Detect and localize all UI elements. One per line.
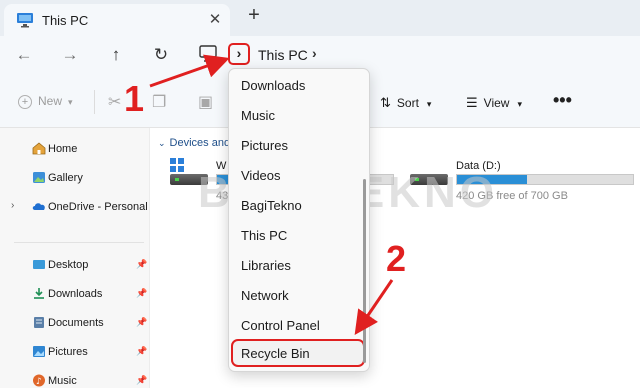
computer-icon[interactable] bbox=[198, 45, 218, 63]
sidebar-item-label: Pictures bbox=[48, 346, 88, 358]
menu-item-label: This PC bbox=[241, 228, 288, 243]
menu-item-music[interactable]: Music bbox=[229, 101, 369, 129]
menu-item-label: Downloads bbox=[241, 78, 306, 93]
sidebar-item-downloads[interactable]: Downloads 📌 bbox=[0, 283, 150, 307]
navigation-pane: Home Gallery › OneDrive - Personal Deskt… bbox=[0, 128, 150, 388]
sidebar-item-label: Desktop bbox=[48, 259, 89, 271]
menu-item-label: Videos bbox=[241, 168, 281, 183]
monitor-icon bbox=[17, 13, 33, 28]
menu-item-label: BagiTekno bbox=[241, 198, 302, 213]
plus-icon: + bbox=[18, 95, 32, 109]
tab-this-pc[interactable]: This PC ✕ bbox=[4, 4, 230, 36]
sidebar-item-label: Music bbox=[48, 375, 77, 387]
gallery-icon bbox=[33, 172, 45, 183]
chevron-down-icon: ▾ bbox=[426, 99, 432, 109]
new-label: New bbox=[38, 94, 63, 108]
more-options-icon[interactable]: ••• bbox=[553, 90, 572, 111]
sidebar-item-label: OneDrive - Personal bbox=[48, 201, 148, 213]
pin-icon[interactable]: 📌 bbox=[136, 346, 147, 357]
forward-button[interactable]: → bbox=[58, 44, 82, 66]
up-button[interactable]: ↑ bbox=[104, 44, 128, 66]
view-button[interactable]: ☰ View ▾ bbox=[466, 95, 522, 111]
breadcrumb-chevron-icon[interactable]: › bbox=[312, 45, 317, 61]
menu-item-pictures[interactable]: Pictures bbox=[229, 131, 369, 159]
step-2-label: 2 bbox=[386, 238, 407, 279]
close-tab-icon[interactable]: ✕ bbox=[206, 10, 224, 28]
cloud-icon bbox=[32, 203, 45, 210]
toolbar-divider bbox=[94, 90, 95, 114]
back-button[interactable]: ← bbox=[12, 44, 36, 66]
step-1-label: 1 bbox=[124, 78, 145, 119]
sidebar-item-label: Gallery bbox=[48, 172, 83, 184]
menu-item-label: Music bbox=[241, 108, 275, 123]
breadcrumb-this-pc[interactable]: This PC bbox=[258, 47, 308, 63]
sidebar-item-label: Downloads bbox=[48, 288, 103, 300]
music-icon: ♪ bbox=[33, 374, 45, 387]
chevron-right-icon[interactable]: › bbox=[11, 200, 14, 211]
tab-title: This PC bbox=[42, 13, 89, 28]
new-button[interactable]: + New ▾ bbox=[18, 94, 73, 109]
pin-icon[interactable]: 📌 bbox=[136, 259, 147, 270]
sidebar-item-label: Home bbox=[48, 143, 78, 155]
sort-label: Sort bbox=[396, 96, 419, 110]
pictures-icon bbox=[33, 346, 45, 357]
sort-icon: ⇅ bbox=[380, 95, 391, 110]
menu-item-downloads[interactable]: Downloads bbox=[229, 71, 369, 99]
menu-item-this-pc[interactable]: This PC bbox=[229, 221, 369, 249]
menu-item-bagitekno[interactable]: BagiTekno bbox=[229, 191, 369, 219]
sidebar-item-label: Documents bbox=[48, 317, 104, 329]
menu-item-control-panel[interactable]: Control Panel bbox=[229, 311, 369, 339]
pin-icon[interactable]: 📌 bbox=[136, 375, 147, 386]
view-icon: ☰ bbox=[466, 95, 478, 110]
desktop-icon bbox=[33, 260, 45, 269]
sidebar-item-music[interactable]: ♪ Music 📌 bbox=[0, 370, 150, 388]
documents-icon bbox=[34, 317, 44, 328]
chevron-down-icon: ▾ bbox=[517, 99, 522, 109]
new-tab-button[interactable]: + bbox=[244, 4, 264, 27]
sidebar-item-gallery[interactable]: Gallery bbox=[0, 167, 150, 191]
menu-item-network[interactable]: Network bbox=[229, 281, 369, 309]
chevron-down-icon: ⌄ bbox=[158, 138, 166, 148]
sidebar-item-desktop[interactable]: Desktop 📌 bbox=[0, 254, 150, 278]
menu-item-label: Libraries bbox=[241, 258, 291, 273]
refresh-button[interactable]: ↻ bbox=[149, 44, 173, 66]
menu-scrollbar[interactable] bbox=[363, 179, 366, 363]
sidebar-item-documents[interactable]: Documents 📌 bbox=[0, 312, 150, 336]
chevron-down-icon: ▾ bbox=[68, 97, 73, 107]
sidebar-divider bbox=[14, 242, 144, 243]
menu-item-label: Pictures bbox=[241, 138, 288, 153]
sidebar-item-home[interactable]: Home bbox=[0, 138, 150, 162]
sidebar-item-pictures[interactable]: Pictures 📌 bbox=[0, 341, 150, 365]
pin-icon[interactable]: 📌 bbox=[136, 288, 147, 299]
pin-icon[interactable]: 📌 bbox=[136, 317, 147, 328]
menu-item-label: Control Panel bbox=[241, 318, 320, 333]
menu-item-recycle-bin[interactable]: Recycle Bin bbox=[231, 339, 365, 367]
tab-strip: This PC ✕ + bbox=[0, 0, 640, 36]
home-icon bbox=[32, 142, 46, 155]
sort-button[interactable]: ⇅ Sort ▾ bbox=[380, 95, 431, 111]
svg-text:♪: ♪ bbox=[36, 377, 42, 387]
paste-icon[interactable]: ▣ bbox=[198, 92, 213, 112]
view-label: View bbox=[483, 96, 510, 110]
menu-item-videos[interactable]: Videos bbox=[229, 161, 369, 189]
copy-icon[interactable]: ❐ bbox=[152, 92, 166, 112]
cut-icon[interactable]: ✂ bbox=[108, 92, 121, 112]
breadcrumb-chevron-button[interactable]: › bbox=[228, 43, 250, 65]
sidebar-item-onedrive[interactable]: › OneDrive - Personal bbox=[0, 196, 150, 220]
breadcrumb-dropdown-menu: Downloads Music Pictures Videos BagiTekn… bbox=[228, 68, 370, 372]
download-icon bbox=[34, 288, 44, 299]
menu-item-libraries[interactable]: Libraries bbox=[229, 251, 369, 279]
menu-item-label: Recycle Bin bbox=[241, 346, 310, 361]
menu-item-label: Network bbox=[241, 288, 289, 303]
